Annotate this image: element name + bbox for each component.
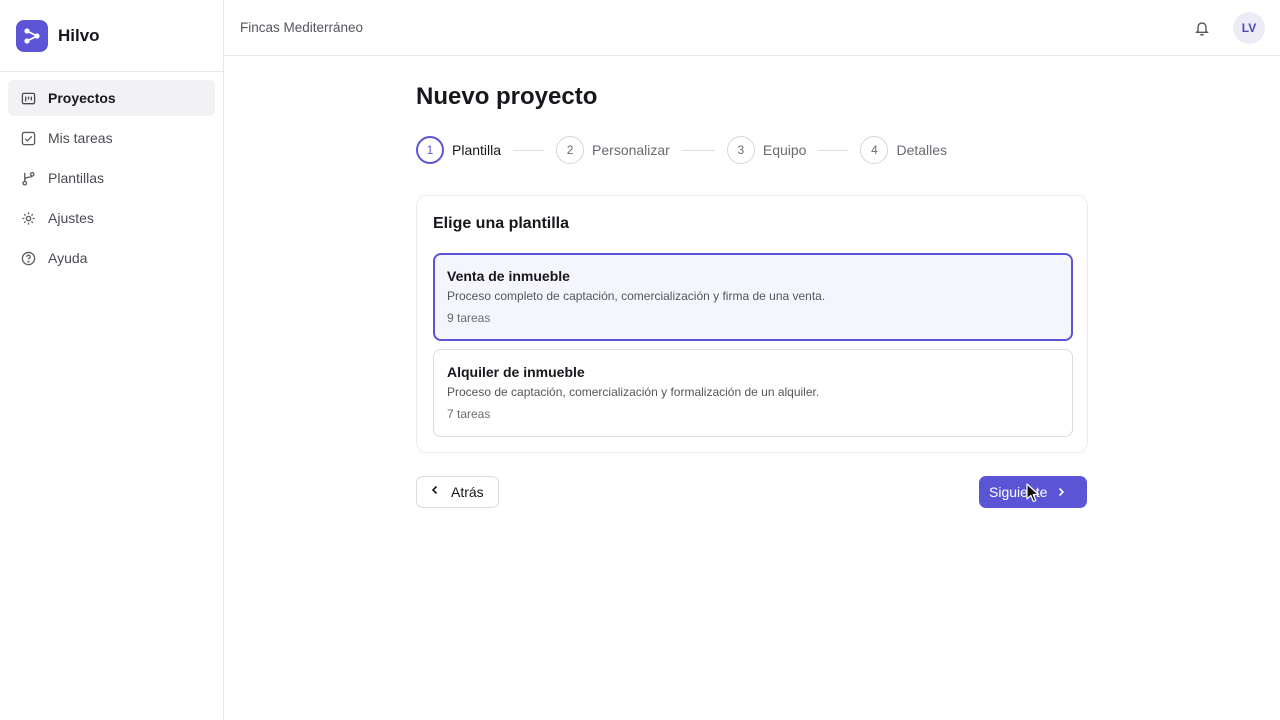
brand[interactable]: Hilvo	[0, 0, 223, 72]
step-detalles[interactable]: 4 Detalles	[860, 136, 947, 164]
template-title: Alquiler de inmueble	[447, 364, 585, 380]
share-nodes-icon	[16, 19, 48, 52]
template-title: Venta de inmueble	[447, 268, 570, 284]
template-option-venta[interactable]: Venta de inmueble Proceso completo de ca…	[433, 253, 1073, 341]
step-label: Plantilla	[452, 142, 502, 158]
brand-name: Hilvo	[58, 25, 100, 45]
template-task-count: 7 tareas	[447, 407, 491, 421]
step-number: 1	[416, 136, 444, 164]
sidebar-item-label: Ajustes	[48, 210, 94, 226]
back-button[interactable]: Atrás	[416, 476, 499, 508]
back-button-label: Atrás	[451, 484, 484, 500]
kanban-icon	[20, 90, 36, 106]
step-label: Personalizar	[592, 142, 670, 158]
help-circle-icon	[20, 250, 36, 266]
topbar: Fincas Mediterráneo LV	[224, 0, 1280, 56]
sidebar-item-label: Mis tareas	[48, 130, 113, 146]
sidebar-item-label: Plantillas	[48, 170, 105, 186]
step-label: Detalles	[896, 142, 948, 158]
sidebar: Hilvo Proyectos Mis tareas Plantillas Aj…	[0, 0, 224, 720]
step-personalizar[interactable]: 2 Personalizar	[556, 136, 670, 164]
template-description: Proceso de captación, comercialización y…	[447, 385, 820, 399]
template-panel: Elige una plantilla Venta de inmueble Pr…	[416, 195, 1088, 453]
sidebar-item-label: Ayuda	[48, 250, 88, 266]
branch-icon	[20, 170, 36, 186]
step-number: 3	[726, 136, 755, 164]
step-equipo[interactable]: 3 Equipo	[726, 136, 807, 164]
sidebar-item-mis-tareas[interactable]: Mis tareas	[8, 120, 215, 156]
next-button-label: Siguiente	[989, 484, 1048, 500]
step-number: 4	[860, 136, 889, 164]
sidebar-item-ajustes[interactable]: Ajustes	[8, 200, 215, 236]
sidebar-item-ayuda[interactable]: Ayuda	[8, 240, 215, 276]
next-button[interactable]: Siguiente	[979, 476, 1087, 508]
chevron-left-icon	[429, 483, 441, 501]
step-connector	[681, 149, 715, 151]
bell-icon[interactable]	[1192, 18, 1212, 38]
step-plantilla[interactable]: 1 Plantilla	[416, 136, 501, 164]
panel-title: Elige una plantilla	[433, 215, 570, 232]
stepper: 1 Plantilla 2 Personalizar 3 Equipo 4 De…	[416, 136, 947, 164]
organization-name: Fincas Mediterráneo	[240, 20, 364, 35]
step-label: Equipo	[762, 142, 807, 158]
template-task-count: 9 tareas	[447, 311, 491, 325]
sidebar-item-plantillas[interactable]: Plantillas	[8, 160, 215, 196]
step-number: 2	[556, 136, 585, 164]
template-option-alquiler[interactable]: Alquiler de inmueble Proceso de captació…	[433, 349, 1073, 437]
sidebar-nav: Proyectos Mis tareas Plantillas Ajustes …	[0, 72, 223, 288]
page-title: Nuevo proyecto	[416, 83, 598, 110]
chevron-right-icon	[1055, 486, 1067, 498]
sidebar-item-proyectos[interactable]: Proyectos	[8, 80, 215, 116]
step-connector	[818, 149, 849, 151]
checkbox-icon	[20, 130, 36, 146]
avatar[interactable]: LV	[1233, 12, 1265, 44]
template-description: Proceso completo de captación, comercial…	[447, 289, 826, 303]
gear-icon	[20, 210, 36, 226]
sidebar-item-label: Proyectos	[48, 90, 116, 106]
step-connector	[513, 149, 545, 151]
